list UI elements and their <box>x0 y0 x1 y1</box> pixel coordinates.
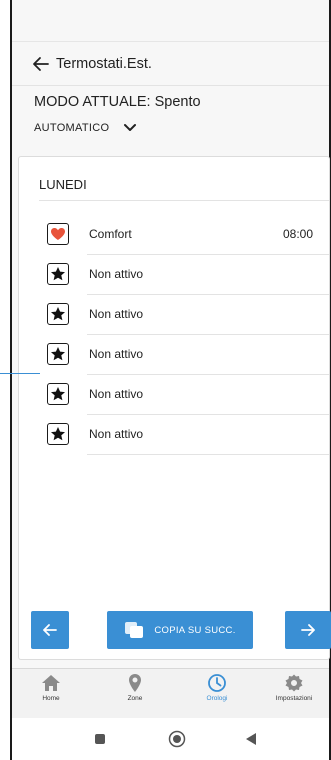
schedule-row[interactable]: Non attivo <box>19 335 329 375</box>
nav-label: Home <box>42 695 60 702</box>
row-label: Comfort <box>89 227 132 241</box>
drawer-edge-line <box>0 373 40 374</box>
next-day-button[interactable] <box>285 611 331 649</box>
row-label: Non attivo <box>89 427 144 441</box>
row-label: Non attivo <box>89 267 144 281</box>
bottom-navigation: Home Zone Orologi Impostazioni <box>12 668 329 718</box>
copy-to-next-button[interactable]: COPIA SU SUCC. <box>107 611 253 649</box>
row-label: Non attivo <box>89 347 144 361</box>
clock-icon <box>208 674 226 692</box>
copy-button-label: COPIA SU SUCC. <box>154 624 236 636</box>
chevron-down-icon <box>124 124 137 131</box>
divider <box>39 200 329 201</box>
current-mode-text: MODO ATTUALE: Spento <box>34 94 201 110</box>
day-title: LUNEDI <box>39 177 87 192</box>
star-icon[interactable] <box>47 263 69 285</box>
home-circle-icon[interactable] <box>168 730 186 748</box>
star-icon[interactable] <box>47 423 69 445</box>
nav-item-zone[interactable]: Zone <box>100 673 170 702</box>
nav-label: Orologi <box>206 695 228 702</box>
previous-day-button[interactable] <box>31 611 69 649</box>
heart-icon[interactable] <box>47 223 69 245</box>
row-time: 08:00 <box>282 227 313 241</box>
status-bar <box>12 0 329 42</box>
star-icon[interactable] <box>47 343 69 365</box>
back-triangle-icon[interactable] <box>244 732 258 746</box>
nav-item-orologi[interactable]: Orologi <box>182 673 252 702</box>
recent-apps-icon[interactable] <box>94 733 106 745</box>
schedule-card: LUNEDI Comfort 08:00 Non attivo Non atti… <box>18 156 331 660</box>
program-select-value: AUTOMATICO <box>34 122 110 134</box>
nav-label: Zone <box>127 695 143 702</box>
back-arrow-icon[interactable] <box>32 55 50 73</box>
schedule-row[interactable]: Non attivo <box>19 255 329 295</box>
home-icon <box>42 675 60 691</box>
system-navigation-bar <box>12 718 329 760</box>
row-label: Non attivo <box>89 387 144 401</box>
nav-label: Impostazioni <box>275 695 313 702</box>
copy-icon <box>125 622 144 638</box>
app-screen: Termostati.Est. MODO ATTUALE: Spento AUT… <box>10 0 331 760</box>
program-select[interactable]: AUTOMATICO <box>34 122 137 134</box>
schedule-row[interactable]: Non attivo <box>19 375 329 415</box>
app-bar: Termostati.Est. <box>12 42 329 86</box>
arrow-left-icon <box>43 624 57 636</box>
schedule-row[interactable]: Non attivo <box>19 415 329 455</box>
arrow-right-icon <box>301 624 315 636</box>
star-icon[interactable] <box>47 383 69 405</box>
nav-item-home[interactable]: Home <box>16 673 86 702</box>
location-pin-icon <box>129 674 141 692</box>
divider <box>87 454 329 455</box>
page-title: Termostati.Est. <box>56 55 152 72</box>
gear-icon <box>285 674 303 692</box>
row-label: Non attivo <box>89 307 144 321</box>
schedule-row[interactable]: Comfort 08:00 <box>19 215 329 255</box>
nav-item-impostazioni[interactable]: Impostazioni <box>259 673 329 702</box>
star-icon[interactable] <box>47 303 69 325</box>
schedule-row[interactable]: Non attivo <box>19 295 329 335</box>
